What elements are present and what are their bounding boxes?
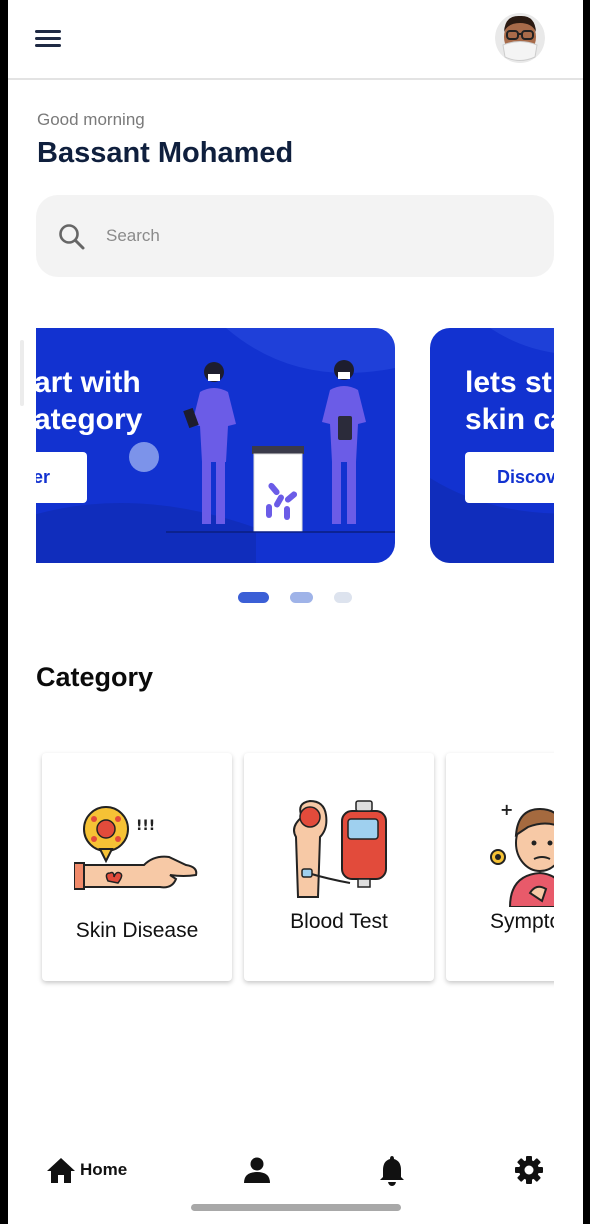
- promo-slide-2[interactable]: lets st skin ca Discov: [430, 328, 554, 563]
- search-bar[interactable]: [36, 195, 554, 277]
- bottom-navigation: Home: [8, 1140, 583, 1200]
- carousel-dot-3[interactable]: [334, 592, 352, 603]
- symptoms-icon: +: [490, 800, 554, 907]
- app-screen: Good morning Bassant Mohamed art with at…: [8, 0, 583, 1224]
- user-avatar[interactable]: [495, 12, 545, 64]
- top-app-bar: [8, 0, 583, 80]
- carousel-indicator: [238, 592, 368, 604]
- search-icon: [59, 224, 85, 250]
- search-input[interactable]: [106, 219, 526, 253]
- blood-test-icon: [293, 799, 387, 898]
- carousel-dot-1[interactable]: [238, 592, 269, 603]
- category-label: Skin Disease: [75, 919, 199, 942]
- skin-disease-icon: !!!: [74, 806, 198, 890]
- settings-gear-icon: [515, 1156, 543, 1184]
- hamburger-menu-icon[interactable]: [32, 26, 64, 52]
- category-label: Blood Test: [290, 910, 388, 933]
- slide-1-title: art with ategory: [36, 366, 143, 436]
- carousel-dot-2[interactable]: [290, 592, 313, 603]
- promo-carousel[interactable]: art with ategory er lets st skin c Disco…: [36, 328, 554, 564]
- category-card-symptoms[interactable]: + Sympto: [446, 753, 554, 981]
- slide-1-button[interactable]: er: [36, 452, 87, 503]
- nav-settings[interactable]: [514, 1152, 544, 1188]
- system-home-indicator[interactable]: [191, 1204, 401, 1211]
- doctors-illustration: [166, 360, 395, 533]
- slide-2-button[interactable]: Discov: [465, 452, 554, 503]
- category-heading: Category: [36, 662, 154, 692]
- nav-notifications[interactable]: [379, 1152, 405, 1188]
- profile-icon: [244, 1157, 270, 1183]
- user-name: Bassant Mohamed: [37, 137, 294, 169]
- category-card-skin-disease[interactable]: !!! Skin Disease: [42, 753, 232, 981]
- category-label: Sympto: [490, 910, 554, 933]
- svg-text:+: +: [500, 800, 513, 819]
- nav-home-label: Home: [80, 1160, 128, 1179]
- greeting-text: Good morning: [37, 110, 145, 129]
- edge-scroll-handle: [20, 340, 24, 406]
- notification-bell-icon: [380, 1156, 404, 1186]
- svg-text:!!!: !!!: [136, 818, 155, 834]
- slide-2-title: lets st skin ca: [465, 366, 554, 436]
- nav-home[interactable]: Home: [46, 1152, 127, 1188]
- promo-slide-1[interactable]: art with ategory er: [36, 328, 395, 563]
- category-card-blood-test[interactable]: Blood Test: [244, 753, 434, 981]
- category-list[interactable]: !!! Skin Disease Blood Test + Sympt: [36, 748, 554, 988]
- home-icon: [47, 1158, 75, 1183]
- nav-profile[interactable]: [243, 1152, 271, 1188]
